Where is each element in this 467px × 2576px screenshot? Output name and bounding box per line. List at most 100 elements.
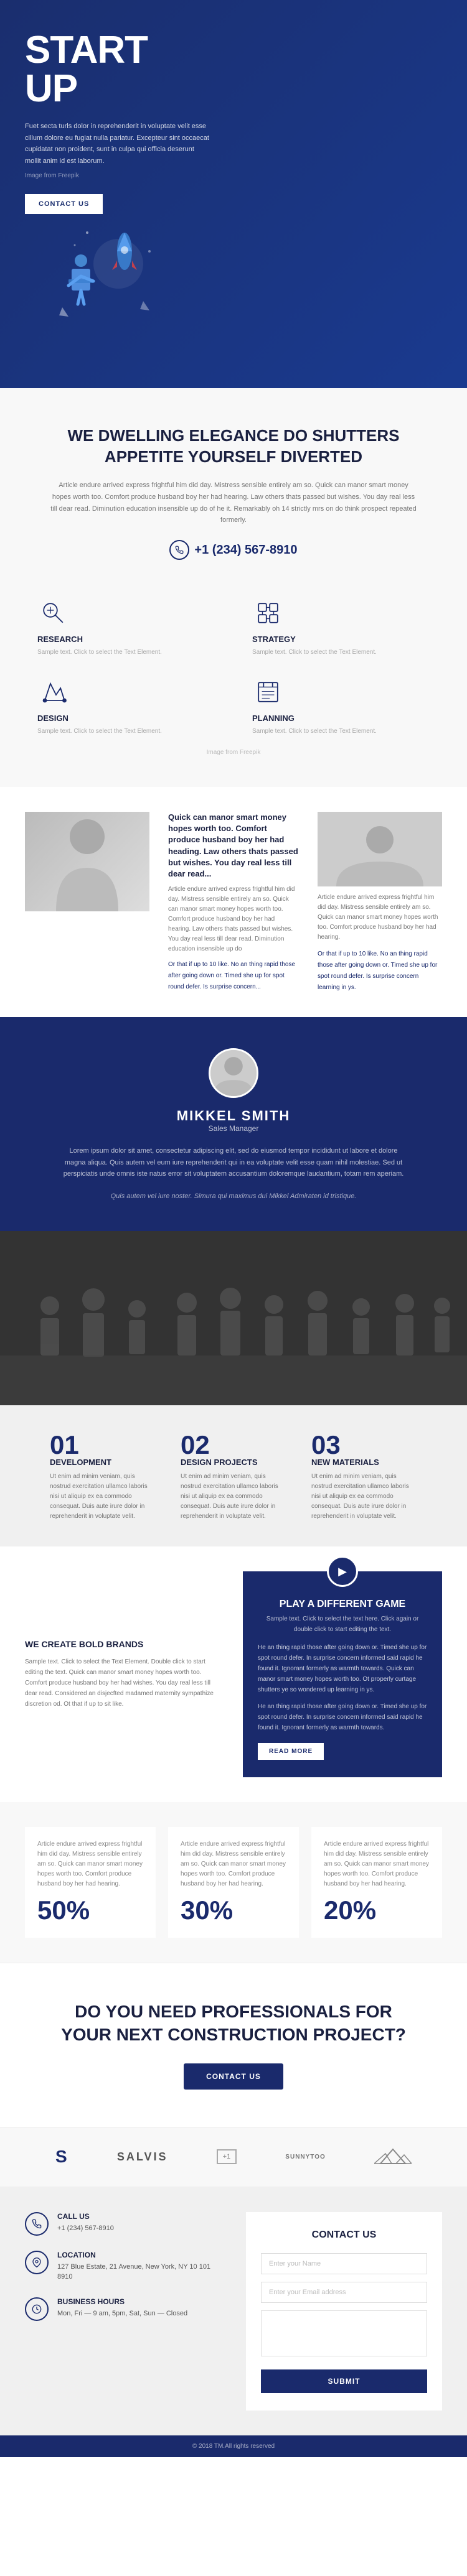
logo-sunnytoo: SUNNYTOO (285, 2154, 326, 2160)
stats-section: 01 DEVELOPMENT Ut enim ad minim veniam, … (0, 1231, 467, 1546)
read-more-button[interactable]: READ MORE (258, 1743, 324, 1760)
service-title-strategy: STRATEGY (252, 635, 430, 644)
blog-right-content: Article endure arrived express frightful… (318, 812, 442, 992)
cta-section: DO YOU NEED PROFESSIONALS FOR YOUR NEXT … (0, 1963, 467, 2127)
blog-right-image (318, 812, 442, 886)
planning-icon (252, 676, 283, 707)
hero-title: START UP (25, 31, 442, 108)
stat-number-2: 03 (311, 1430, 417, 1460)
contact-name-input[interactable] (261, 2253, 427, 2274)
team-avatar (209, 1048, 258, 1098)
contact-phone-detail: +1 (234) 567-8910 (57, 2223, 114, 2234)
phone-icon (169, 540, 189, 560)
team-quote: Quis autem vel iure noster. Simura qui m… (78, 1193, 389, 1200)
service-title-research: RESEARCH (37, 635, 215, 644)
play-right-text1: He an thing rapid those after going down… (258, 1642, 427, 1695)
hero-illustration (25, 214, 168, 351)
stat-text-0: Ut enim ad minim veniam, quis nostrud ex… (50, 1472, 156, 1522)
blog-section: Quick can manor smart money hopes worth … (0, 787, 467, 1017)
contact-location-info: LOCATION 127 Blue Estate, 21 Avenue, New… (57, 2251, 221, 2282)
stat-title-1: DESIGN PROJECTS (181, 1458, 286, 1467)
blog-center-content: Quick can manor smart money hopes worth … (162, 812, 305, 992)
play-right-content: ▶ PLAY A DIFFERENT GAME Sample text. Cli… (243, 1571, 442, 1777)
blog-center-link[interactable]: Or that if up to 10 like. No an thing ra… (168, 961, 295, 990)
play-left-content: WE CREATE BOLD BRANDS Sample text. Click… (25, 1639, 224, 1709)
service-item-strategy: STRATEGY Sample text. Click to select th… (252, 597, 430, 658)
stat-number-1: 02 (181, 1430, 286, 1460)
service-text-planning: Sample text. Click to select the Text El… (252, 727, 430, 737)
cta-contact-button[interactable]: CONTACT US (184, 2063, 283, 2090)
contact-hours-title: BUSINESS HOURS (57, 2297, 187, 2306)
blog-right-link: Or that if up to 10 like. No an thing ra… (318, 951, 437, 991)
cta-heading: DO YOU NEED PROFESSIONALS FOR YOUR NEXT … (50, 2001, 417, 2046)
play-right-subtitle: Sample text. Click to select the text he… (258, 1614, 427, 1635)
pct-item-0: Article endure arrived express frightful… (25, 1827, 156, 1938)
stat-item-1: 02 DESIGN PROJECTS Ut enim ad minim veni… (168, 1430, 299, 1522)
stats-grid: 01 DEVELOPMENT Ut enim ad minim veniam, … (0, 1405, 467, 1546)
clock-icon-circle (25, 2297, 49, 2321)
contact-form-heading: CONTACT US (261, 2230, 427, 2241)
stat-item-2: 03 NEW MATERIALS Ut enim ad minim veniam… (299, 1430, 430, 1522)
logos-section: S SALVIS +1 SUNNYTOO (0, 2127, 467, 2187)
pct-item-2: Article endure arrived express frightful… (311, 1827, 442, 1938)
service-text-strategy: Sample text. Click to select the Text El… (252, 648, 430, 658)
services-section: RESEARCH Sample text. Click to select th… (0, 591, 467, 787)
contact-item-phone: CALL US +1 (234) 567-8910 (25, 2212, 221, 2236)
play-right-title: PLAY A DIFFERENT GAME (258, 1599, 427, 1610)
team-avatar-wrapper (25, 1048, 442, 1098)
team-role: Sales Manager (25, 1124, 442, 1133)
play-section: WE CREATE BOLD BRANDS Sample text. Click… (0, 1546, 467, 1802)
service-item-research: RESEARCH Sample text. Click to select th… (37, 597, 215, 658)
design-icon (37, 676, 68, 707)
logo-salvis: SALVIS (117, 2151, 168, 2164)
play-left-text: Sample text. Click to select the Text El… (25, 1657, 224, 1709)
blog-left-image (25, 812, 149, 911)
stat-text-2: Ut enim ad minim veniam, quis nostrud ex… (311, 1472, 417, 1522)
hero-description: Fuet secta turls dolor in reprehenderit … (25, 121, 212, 167)
contact-submit-button[interactable]: SUBMIT (261, 2369, 427, 2393)
blog-right-text: Article endure arrived express frightful… (318, 893, 442, 942)
team-section: MIKKEL SMITH Sales Manager Lorem ipsum d… (0, 1017, 467, 1231)
pct-value-0: 50% (37, 1895, 143, 1925)
play-left-title: WE CREATE BOLD BRANDS (25, 1639, 224, 1649)
headline-section: WE DWELLING ELEGANCE DO SHUTTERS APPETIT… (0, 388, 467, 591)
service-item-planning: PLANNING Sample text. Click to select th… (252, 676, 430, 737)
blog-center-title: Quick can manor smart money hopes worth … (168, 812, 299, 880)
pct-text-2: Article endure arrived express frightful… (324, 1839, 430, 1889)
contact-hours-info: BUSINESS HOURS Mon, Fri — 9 am, 5pm, Sat… (57, 2297, 187, 2319)
logo-box: +1 (217, 2149, 237, 2164)
play-badge: ▶ (327, 1556, 358, 1587)
blog-center-text: Article endure arrived express frightful… (168, 885, 299, 954)
services-grid: RESEARCH Sample text. Click to select th… (37, 597, 430, 737)
contact-item-location: LOCATION 127 Blue Estate, 21 Avenue, New… (25, 2251, 221, 2282)
contact-item-hours: BUSINESS HOURS Mon, Fri — 9 am, 5pm, Sat… (25, 2297, 221, 2321)
stat-item-0: 01 DEVELOPMENT Ut enim ad minim veniam, … (37, 1430, 168, 1522)
phone-row: +1 (234) 567-8910 (50, 540, 417, 560)
services-source: Image from Freepik (37, 749, 430, 756)
contact-email-input[interactable] (261, 2282, 427, 2303)
phone-icon-circle (25, 2212, 49, 2236)
hero-contact-button[interactable]: CONTACT US (25, 194, 103, 214)
contact-form: CONTACT US SUBMIT (246, 2212, 442, 2411)
contact-location-detail: 127 Blue Estate, 21 Avenue, New York, NY… (57, 2262, 221, 2282)
contact-section: CALL US +1 (234) 567-8910 LOCATION 127 B… (0, 2187, 467, 2435)
hero-title-line1: START (25, 29, 148, 72)
phone-number: +1 (234) 567-8910 (194, 543, 297, 557)
contact-message-input[interactable] (261, 2310, 427, 2356)
contact-phone-info: CALL US +1 (234) 567-8910 (57, 2212, 114, 2234)
service-title-planning: PLANNING (252, 714, 430, 723)
logo-mountain (374, 2146, 412, 2168)
service-title-design: DESIGN (37, 714, 215, 723)
stat-title-0: DEVELOPMENT (50, 1458, 156, 1467)
headline-body: Article endure arrived express frightful… (50, 480, 417, 526)
footer-copy: © 2018 TM.All rights reserved (192, 2443, 275, 2450)
play-icon: ▶ (338, 1565, 347, 1578)
headline-title: WE DWELLING ELEGANCE DO SHUTTERS APPETIT… (50, 425, 417, 468)
pct-value-1: 30% (181, 1895, 286, 1925)
location-icon-circle (25, 2251, 49, 2274)
contact-info: CALL US +1 (234) 567-8910 LOCATION 127 B… (25, 2212, 221, 2411)
contact-hours-detail: Mon, Fri — 9 am, 5pm, Sat, Sun — Closed (57, 2309, 187, 2319)
contact-location-title: LOCATION (57, 2251, 221, 2259)
stat-text-1: Ut enim ad minim veniam, quis nostrud ex… (181, 1472, 286, 1522)
pct-text-0: Article endure arrived express frightful… (37, 1839, 143, 1889)
